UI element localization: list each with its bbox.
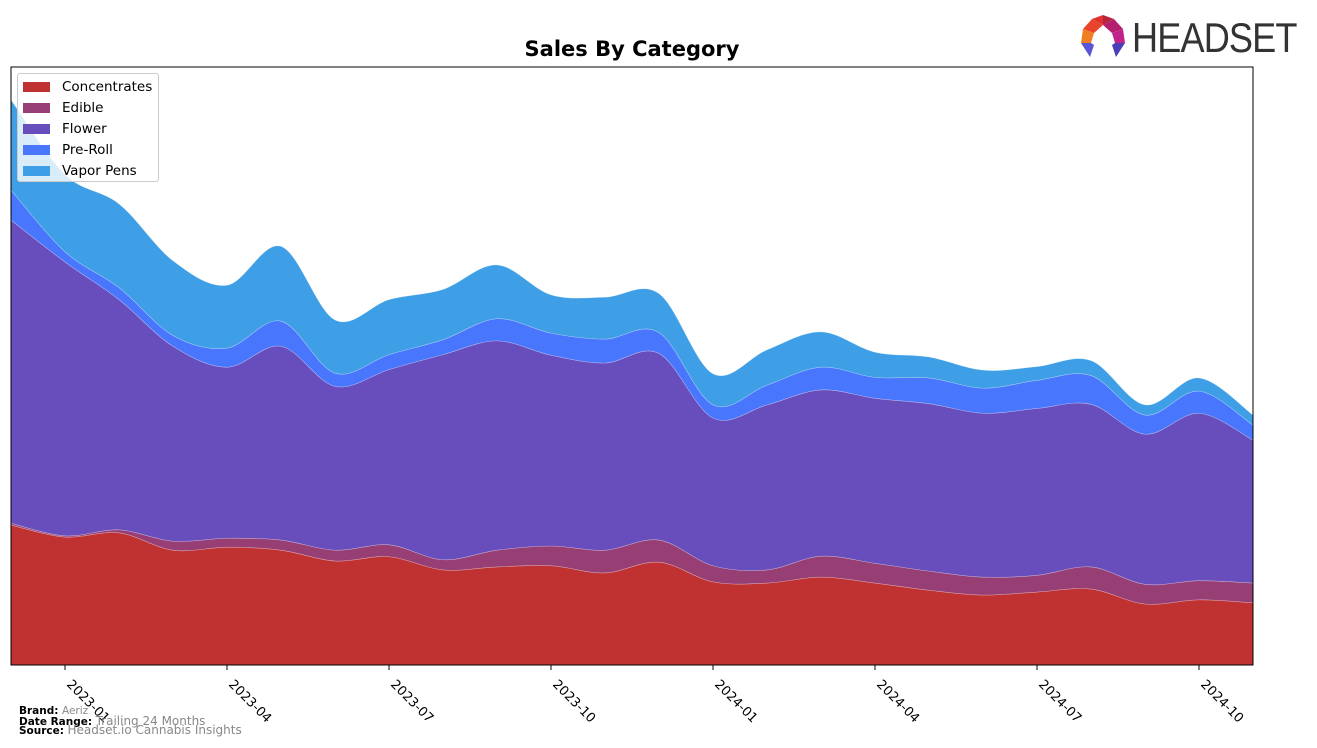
source-value: Headset.io Cannabis Insights — [67, 723, 242, 737]
legend-swatch — [23, 145, 50, 155]
legend: Concentrates Edible Flower Pre-Roll Vapor Pe… — [17, 73, 159, 182]
x-tick-label: 2024-04 — [873, 677, 922, 726]
x-tick-label: 2024-07 — [1035, 677, 1084, 726]
legend-label: Edible — [62, 100, 104, 116]
legend-swatch — [23, 103, 50, 113]
legend-label: Vapor Pens — [62, 163, 137, 179]
source-label: Source: — [19, 725, 64, 737]
legend-swatch — [23, 82, 50, 92]
legend-swatch — [23, 166, 50, 176]
chart-area: 2023-01 2023-04 2023-07 2023-10 2024-01 2024-… — [10, 66, 1254, 726]
legend-swatch — [23, 124, 50, 134]
legend-label: Pre-Roll — [62, 142, 113, 158]
legend-item-edible: Edible — [23, 98, 103, 118]
legend-item-vapor-pens: Vapor Pens — [23, 161, 137, 181]
stacked-areas — [10, 98, 1254, 666]
x-tick-label: 2023-10 — [549, 677, 598, 726]
legend-label: Concentrates — [62, 79, 153, 95]
legend-item-concentrates: Concentrates — [23, 77, 152, 97]
x-tick-label: 2023-07 — [387, 677, 436, 726]
footer-source: Source: Headset.io Cannabis Insights — [19, 723, 242, 737]
legend-item-pre-roll: Pre-Roll — [23, 140, 113, 160]
legend-label: Flower — [62, 121, 107, 137]
legend-item-flower: Flower — [23, 119, 107, 139]
x-tick-label: 2024-01 — [711, 677, 760, 726]
x-tick-label: 2024-10 — [1197, 677, 1246, 726]
chart-footer: Brand: Aeriz Date Range: Trailing 24 Mon… — [19, 706, 242, 737]
